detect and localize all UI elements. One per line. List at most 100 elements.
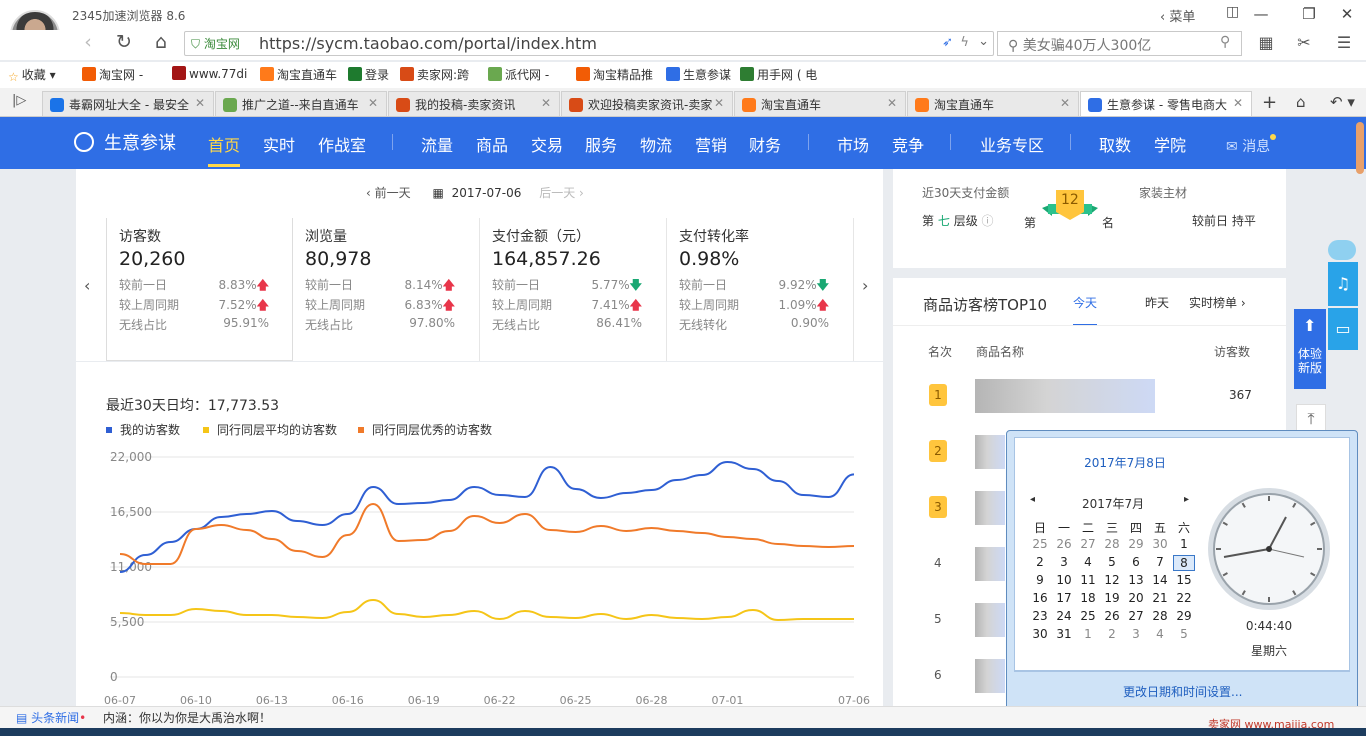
legend-my-visitors[interactable]: 我的访客数	[106, 421, 180, 438]
maximize-icon[interactable]: ❐	[1296, 3, 1322, 25]
calendar-day[interactable]: 29	[1173, 609, 1195, 623]
metric-card[interactable]: 支付金额（元） 164,857.26 较前一日 5.77%🡇 较上周同期 7.41%…	[480, 218, 667, 361]
nav-academy[interactable]: 学院	[1154, 132, 1186, 156]
calendar-day[interactable]: 28	[1101, 537, 1123, 551]
calendar-day[interactable]: 8	[1173, 555, 1195, 571]
calendar-day[interactable]: 10	[1053, 573, 1075, 587]
browser-tab[interactable]: 推广之道--来自直通车 ✕	[215, 91, 387, 116]
rocket-icon[interactable]: ➶	[942, 35, 953, 50]
nav-traffic[interactable]: 流量	[421, 132, 453, 156]
calendar-day[interactable]: 22	[1173, 591, 1195, 605]
product-thumbnail[interactable]	[975, 659, 1005, 693]
browser-tab[interactable]: 欢迎投稿卖家资讯-卖家 ✕	[561, 91, 733, 116]
calendar-day[interactable]: 9	[1029, 573, 1051, 587]
browser-tab[interactable]: 毒霸网址大全 - 最安全 ✕	[42, 91, 214, 116]
nav-compete[interactable]: 竞争	[892, 132, 924, 156]
scissors-icon[interactable]: ✂	[1290, 33, 1318, 52]
bookmark-item[interactable]: 派代网 -	[488, 66, 549, 83]
calendar-day[interactable]: 24	[1053, 609, 1075, 623]
calendar-day[interactable]: 27	[1077, 537, 1099, 551]
calendar-month[interactable]: 2017年7月	[1082, 495, 1144, 512]
refresh-icon[interactable]: ↻	[110, 31, 138, 53]
new-tab-icon[interactable]: +	[1262, 92, 1277, 113]
app-brand[interactable]: 生意参谋	[74, 129, 176, 155]
product-thumbnail[interactable]	[975, 435, 1005, 469]
calendar-day[interactable]: 26	[1101, 609, 1123, 623]
calendar-day[interactable]: 3	[1125, 627, 1147, 641]
help-icon[interactable]: ⓘ	[982, 214, 994, 228]
calendar-day[interactable]: 30	[1149, 537, 1171, 551]
minimize-icon[interactable]: —	[1248, 3, 1274, 25]
calendar-day[interactable]: 27	[1125, 609, 1147, 623]
try-new-version-button[interactable]: ⬆ 体验新版	[1294, 309, 1326, 389]
calendar-day[interactable]: 12	[1101, 573, 1123, 587]
calendar-day[interactable]: 21	[1149, 591, 1171, 605]
nav-data[interactable]: 取数	[1099, 132, 1131, 156]
calendar-day[interactable]: 20	[1125, 591, 1147, 605]
tab-yesterday[interactable]: 昨天	[1145, 294, 1169, 311]
address-bar[interactable]: ⛉ 淘宝网 https://sycm.taobao.com/portal/ind…	[184, 31, 994, 56]
calendar-day[interactable]: 1	[1173, 537, 1195, 551]
metric-card[interactable]: 支付转化率 0.98% 较前一日 9.92%🡇 较上周同期 1.09%🡅 无线转化 0…	[667, 218, 854, 361]
nav-market[interactable]: 市场	[837, 132, 869, 156]
bookmark-item[interactable]: 用手网 ( 电	[740, 66, 817, 83]
bookmark-item[interactable]: 生意参谋	[666, 66, 731, 83]
bookmark-favorites[interactable]: ☆ 收藏 ▾	[8, 66, 56, 84]
bookmark-item[interactable]: 登录	[348, 66, 389, 83]
metric-card[interactable]: 访客数 20,260 较前一日 8.83%🡅 较上周同期 7.52%🡅 无线占比 95…	[106, 218, 293, 361]
tab-today[interactable]: 今天	[1073, 294, 1098, 326]
nav-logistics[interactable]: 物流	[640, 132, 672, 156]
calendar-day[interactable]: 4	[1077, 555, 1099, 569]
legend-peer-average[interactable]: 同行同层平均的访客数	[203, 421, 337, 438]
prev-day-button[interactable]: ‹ 前一天	[366, 186, 411, 200]
sidebar-toggle-icon[interactable]: |▷	[12, 93, 26, 108]
calendar-day[interactable]: 28	[1149, 609, 1171, 623]
calendar-header[interactable]: 2017年7月8日	[1014, 454, 1236, 471]
next-day-button[interactable]: 后一天 ›	[539, 186, 584, 200]
calendar-day[interactable]: 26	[1053, 537, 1075, 551]
change-datetime-link[interactable]: 更改日期和时间设置...	[1123, 683, 1242, 700]
calendar-day[interactable]: 6	[1125, 555, 1147, 569]
legend-peer-excellent[interactable]: 同行同层优秀的访客数	[358, 421, 492, 438]
nav-marketing[interactable]: 营销	[695, 132, 727, 156]
calendar-day[interactable]: 7	[1149, 555, 1171, 569]
bookmark-item[interactable]: 淘宝直通车	[260, 66, 337, 83]
calendar-day[interactable]: 25	[1029, 537, 1051, 551]
calendar-day[interactable]: 2	[1029, 555, 1051, 569]
calendar-day[interactable]: 5	[1101, 555, 1123, 569]
metrics-next-icon[interactable]: ›	[862, 276, 868, 295]
nav-products[interactable]: 商品	[476, 132, 508, 156]
apps-grid-icon[interactable]: ▦	[1252, 33, 1280, 52]
calendar-day[interactable]: 14	[1149, 573, 1171, 587]
cal-next-icon[interactable]: ▸	[1184, 494, 1189, 505]
undo-icon[interactable]: ↶ ▾	[1330, 93, 1355, 111]
chevron-down-icon[interactable]: ⌄	[978, 34, 989, 49]
lightning-icon[interactable]: ϟ	[960, 35, 969, 50]
bookmark-item[interactable]: 淘宝精品推	[576, 66, 653, 83]
menu-button[interactable]: ‹ 菜单	[1160, 6, 1195, 25]
calendar-day[interactable]: 4	[1149, 627, 1171, 641]
calendar-day[interactable]: 18	[1077, 591, 1099, 605]
product-thumbnail[interactable]	[975, 491, 1005, 525]
back-icon[interactable]: ‹	[74, 31, 102, 53]
product-thumbnail[interactable]	[975, 547, 1005, 581]
calendar-day[interactable]: 31	[1053, 627, 1075, 641]
bell-icon[interactable]: ♫	[1328, 262, 1358, 306]
cal-prev-icon[interactable]: ◂	[1030, 494, 1035, 505]
product-thumbnail[interactable]	[975, 603, 1005, 637]
search-icon[interactable]: ⚲	[1220, 34, 1230, 50]
current-date[interactable]: 2017-07-06	[452, 186, 522, 200]
nav-trade[interactable]: 交易	[531, 132, 563, 156]
calendar-day[interactable]: 25	[1077, 609, 1099, 623]
home-icon[interactable]: ⌂	[147, 31, 175, 53]
browser-tab[interactable]: 淘宝直通车 ✕	[734, 91, 906, 116]
calendar-day[interactable]: 11	[1077, 573, 1099, 587]
calendar-day[interactable]: 1	[1077, 627, 1099, 641]
bookmark-item[interactable]: www.77di	[172, 66, 247, 81]
browser-tab[interactable]: 我的投稿-卖家资讯 ✕	[388, 91, 560, 116]
nav-home[interactable]: 首页	[208, 132, 241, 167]
calendar-day[interactable]: 23	[1029, 609, 1051, 623]
table-row[interactable]: 1 367	[893, 377, 1286, 427]
messages-link[interactable]: ✉ 消息	[1226, 134, 1277, 156]
nav-business[interactable]: 业务专区	[980, 132, 1044, 156]
